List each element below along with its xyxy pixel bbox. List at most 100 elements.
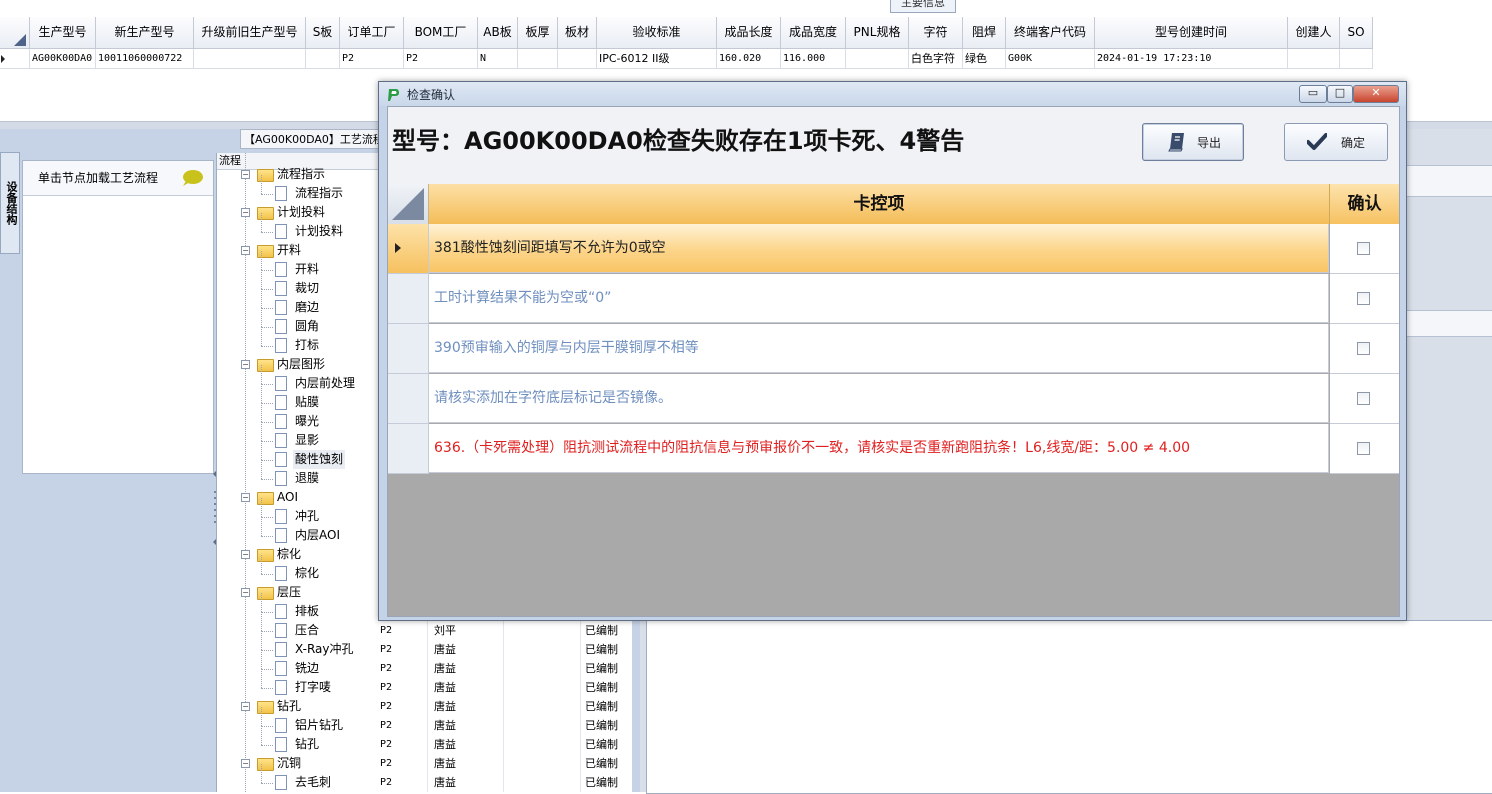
tree-leaf-node[interactable]: 内层前处理	[217, 365, 381, 393]
grid-cell[interactable]: N	[478, 49, 518, 69]
vertical-tab-equipment[interactable]: 设备结构	[0, 152, 20, 254]
collapse-icon[interactable]: −	[241, 246, 250, 255]
column-header[interactable]: 成品宽度	[781, 17, 846, 49]
process-cell-plant[interactable]: P2	[380, 773, 392, 792]
tree-leaf-node[interactable]: 磨边	[217, 289, 381, 317]
process-cell-status[interactable]: 已编制	[585, 678, 618, 697]
grid-cell[interactable]: 160.020	[717, 49, 781, 69]
process-cell-status[interactable]: 已编制	[585, 773, 618, 792]
collapse-icon[interactable]: −	[241, 759, 250, 768]
tree-leaf-node[interactable]: 酸性蚀刻	[217, 441, 381, 469]
process-cell-plant[interactable]: P2	[380, 697, 392, 716]
grid-cell[interactable]: 2024-01-19 17:23:10	[1095, 49, 1288, 69]
tree-leaf-node[interactable]: 排板	[217, 593, 381, 621]
column-header[interactable]: AB板	[478, 17, 518, 49]
check-item-text[interactable]: 636.（卡死需处理）阻抗测试流程中的阻抗信息与预审报价不一致，请核实是否重新跑…	[429, 424, 1329, 473]
column-header[interactable]: 阻焊	[963, 17, 1006, 49]
collapse-icon[interactable]: −	[241, 208, 250, 217]
column-header[interactable]: 板材	[558, 17, 597, 49]
collapse-icon[interactable]: −	[241, 360, 250, 369]
tree-leaf-node[interactable]: 退膜	[217, 460, 381, 488]
tree-leaf-node[interactable]: 显影	[217, 422, 381, 450]
grid-cell[interactable]: P2	[340, 49, 404, 69]
confirm-checkbox[interactable]	[1357, 292, 1370, 305]
grid-cell[interactable]: 116.000	[781, 49, 846, 69]
grid-cell[interactable]	[518, 49, 558, 69]
load-process-header[interactable]: 单击节点加载工艺流程	[23, 161, 213, 196]
grid-cell[interactable]: IPC-6012 II级	[597, 49, 717, 69]
grid-cell[interactable]: 10011060000722	[96, 49, 194, 69]
check-item-text[interactable]: 381酸性蚀刻间距填写不允许为0或空	[429, 224, 1329, 273]
process-cell-plant[interactable]: P2	[380, 716, 392, 735]
tree-leaf-node[interactable]: 圆角	[217, 308, 381, 336]
grid-cell[interactable]: G00K	[1006, 49, 1095, 69]
tree-leaf-node[interactable]: 计划投料	[217, 213, 381, 241]
column-header[interactable]: 生产型号	[30, 17, 96, 49]
row-header[interactable]	[388, 324, 429, 374]
confirm-checkbox[interactable]	[1357, 392, 1370, 405]
process-cell-status[interactable]: 已编制	[585, 659, 618, 678]
tree-leaf-node[interactable]: 开料	[217, 251, 381, 279]
export-button[interactable]: 导出	[1142, 123, 1244, 161]
tree-leaf-node[interactable]: 贴膜	[217, 384, 381, 412]
tree-leaf-node[interactable]: 流程指示	[217, 175, 381, 203]
column-header[interactable]: 新生产型号	[96, 17, 194, 49]
tree-group-node[interactable]: − 钻孔	[217, 697, 381, 716]
process-cell-plant[interactable]: P2	[380, 621, 392, 640]
column-header[interactable]: BOM工厂	[404, 17, 478, 49]
column-header[interactable]: 验收标准	[597, 17, 717, 49]
confirm-button[interactable]: 确定	[1284, 123, 1388, 161]
collapse-icon[interactable]: −	[241, 493, 250, 502]
tree-group-node[interactable]: − 内层图形	[217, 355, 381, 374]
column-header[interactable]: S板	[306, 17, 340, 49]
tree-leaf-node[interactable]: 铣边	[217, 650, 381, 678]
dialog-titlebar[interactable]: 检查确认 ▭ □ ✕	[379, 82, 1406, 106]
collapse-icon[interactable]: −	[241, 702, 250, 711]
process-cell-status[interactable]: 已编制	[585, 735, 618, 754]
process-cell-status[interactable]: 已编制	[585, 640, 618, 659]
process-cell-person[interactable]: 唐益	[434, 773, 456, 792]
process-cell-status[interactable]: 已编制	[585, 697, 618, 716]
maximize-button[interactable]: □	[1327, 85, 1353, 103]
process-flow-tab[interactable]: 【AG00K00DA0】工艺流程	[240, 129, 380, 149]
tree-group-node[interactable]: − 计划投料	[217, 203, 381, 222]
tree-group-node[interactable]: − 沉铜	[217, 754, 381, 773]
check-item-text[interactable]: 工时计算结果不能为空或“0”	[429, 274, 1329, 323]
check-item-text[interactable]: 390预审输入的铜厚与内层干膜铜厚不相等	[429, 324, 1329, 373]
process-cell-status[interactable]: 已编制	[585, 754, 618, 773]
process-cell-person[interactable]: 唐益	[434, 678, 456, 697]
confirm-checkbox[interactable]	[1357, 242, 1370, 255]
tree-leaf-node[interactable]: 内层AOI	[217, 517, 381, 545]
column-header[interactable]: 型号创建时间	[1095, 17, 1288, 49]
tree-leaf-node[interactable]: 裁切	[217, 270, 381, 298]
process-cell-person[interactable]: 唐益	[434, 735, 456, 754]
grid-cell[interactable]	[846, 49, 909, 69]
process-cell-person[interactable]: 刘平	[434, 621, 456, 640]
tree-leaf-node[interactable]: 曝光	[217, 403, 381, 431]
tree-leaf-node[interactable]: 打字唛	[217, 669, 381, 697]
collapse-icon[interactable]: −	[241, 550, 250, 559]
confirm-checkbox[interactable]	[1357, 342, 1370, 355]
check-item-text[interactable]: 请核实添加在字符底层标记是否镜像。	[429, 374, 1329, 423]
tree-group-node[interactable]: − 层压	[217, 583, 381, 602]
tree-leaf-node[interactable]: 棕化	[217, 555, 381, 583]
grid-cell[interactable]: 绿色	[963, 49, 1006, 69]
process-cell-plant[interactable]: P2	[380, 754, 392, 773]
tree-leaf-node[interactable]: 冲孔	[217, 498, 381, 526]
tree-group-node[interactable]: − 流程指示	[217, 165, 381, 184]
column-header[interactable]: SO	[1340, 17, 1373, 49]
row-header[interactable]	[388, 374, 429, 424]
row-indicator[interactable]	[0, 49, 30, 69]
grid-cell[interactable]: AG00K00DA0	[30, 49, 96, 69]
process-cell-status[interactable]: 已编制	[585, 716, 618, 735]
row-header[interactable]	[388, 424, 429, 474]
column-header[interactable]: 订单工厂	[340, 17, 404, 49]
tree-group-node[interactable]: − 棕化	[217, 545, 381, 564]
row-header[interactable]	[388, 224, 429, 274]
collapse-icon[interactable]: −	[241, 588, 250, 597]
tree-leaf-node[interactable]: 打标	[217, 327, 381, 355]
column-header[interactable]: 字符	[909, 17, 963, 49]
process-cell-plant[interactable]: P2	[380, 678, 392, 697]
confirm-checkbox[interactable]	[1357, 442, 1370, 455]
tree-leaf-node[interactable]: X-Ray冲孔	[217, 631, 381, 659]
